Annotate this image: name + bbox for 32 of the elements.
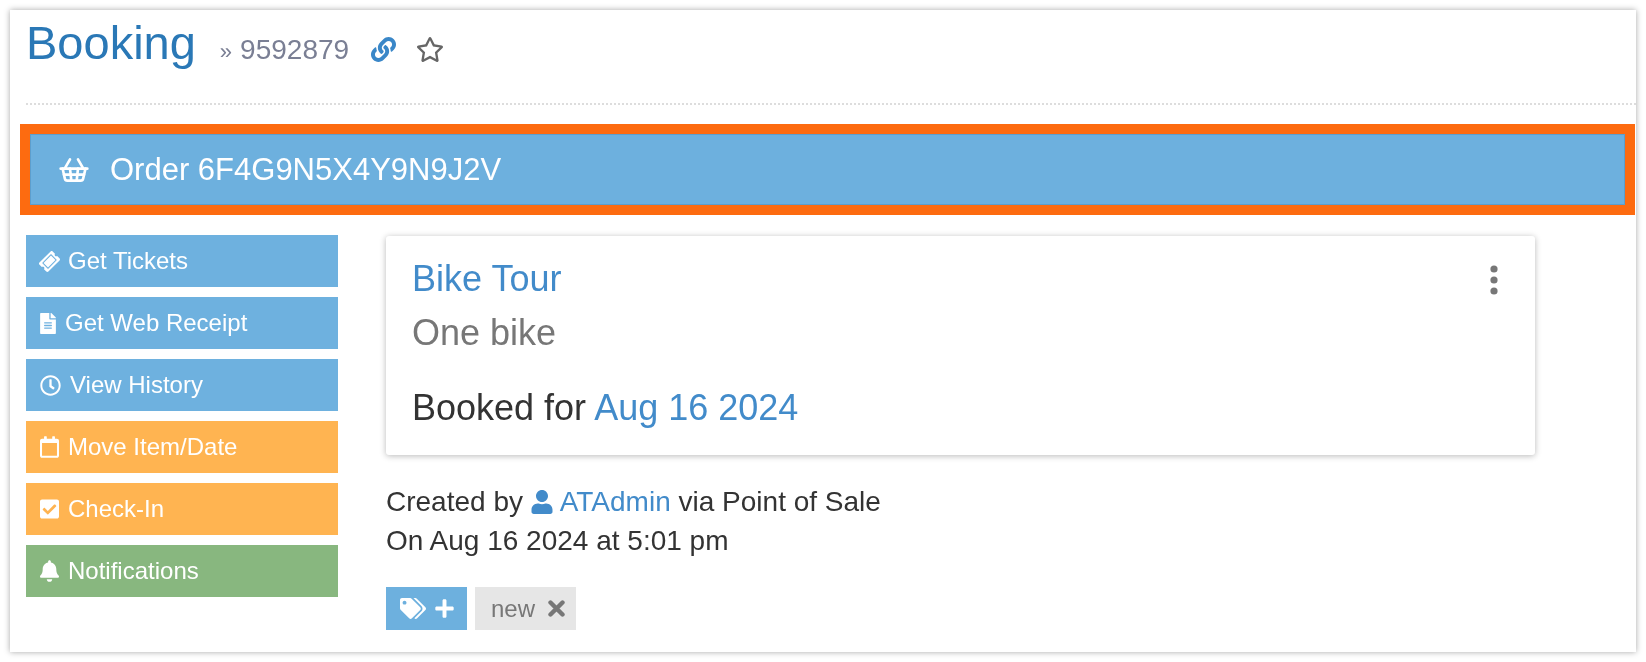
action-button[interactable]: Check-In bbox=[26, 483, 338, 535]
clock-icon bbox=[40, 374, 61, 396]
action-button[interactable]: Notifications bbox=[26, 545, 338, 597]
link-icon[interactable] bbox=[371, 37, 397, 62]
calendar-icon bbox=[40, 436, 59, 458]
tags-icon bbox=[399, 598, 426, 619]
kebab-menu-icon[interactable] bbox=[1490, 265, 1498, 295]
document-icon bbox=[40, 312, 56, 334]
breadcrumb-separator: » bbox=[219, 39, 233, 65]
order-title: Order 6F4G9N5X4Y9N9J2V bbox=[110, 151, 502, 188]
action-button[interactable]: Get Tickets bbox=[26, 235, 338, 287]
booked-for-text: Booked for Aug 16 2024 bbox=[412, 386, 799, 429]
item-title-link[interactable]: Bike Tour bbox=[412, 257, 562, 300]
page-title: Booking bbox=[26, 17, 196, 69]
bell-icon bbox=[40, 560, 59, 582]
ticket-icon bbox=[36, 248, 63, 274]
booking-date-link[interactable]: Aug 16 2024 bbox=[594, 387, 799, 428]
action-button[interactable]: View History bbox=[26, 359, 338, 411]
booking-number: 9592879 bbox=[240, 34, 350, 66]
item-description: One bike bbox=[412, 311, 558, 354]
plus-icon bbox=[434, 598, 454, 619]
add-tag-button[interactable] bbox=[386, 587, 467, 630]
action-button[interactable]: Get Web Receipt bbox=[26, 297, 338, 349]
checkbox-icon bbox=[40, 498, 59, 520]
star-icon[interactable] bbox=[416, 37, 445, 62]
action-button[interactable]: Move Item/Date bbox=[26, 421, 338, 473]
close-icon[interactable] bbox=[548, 600, 566, 617]
user-icon bbox=[530, 490, 553, 514]
user-link[interactable]: ATAdmin bbox=[559, 486, 671, 517]
tag-label: new bbox=[491, 594, 536, 623]
created-by-text: Created by ATAdmin via Point of Sale bbox=[386, 485, 882, 519]
created-date-text: On Aug 16 2024 at 5:01 pm bbox=[386, 524, 730, 558]
